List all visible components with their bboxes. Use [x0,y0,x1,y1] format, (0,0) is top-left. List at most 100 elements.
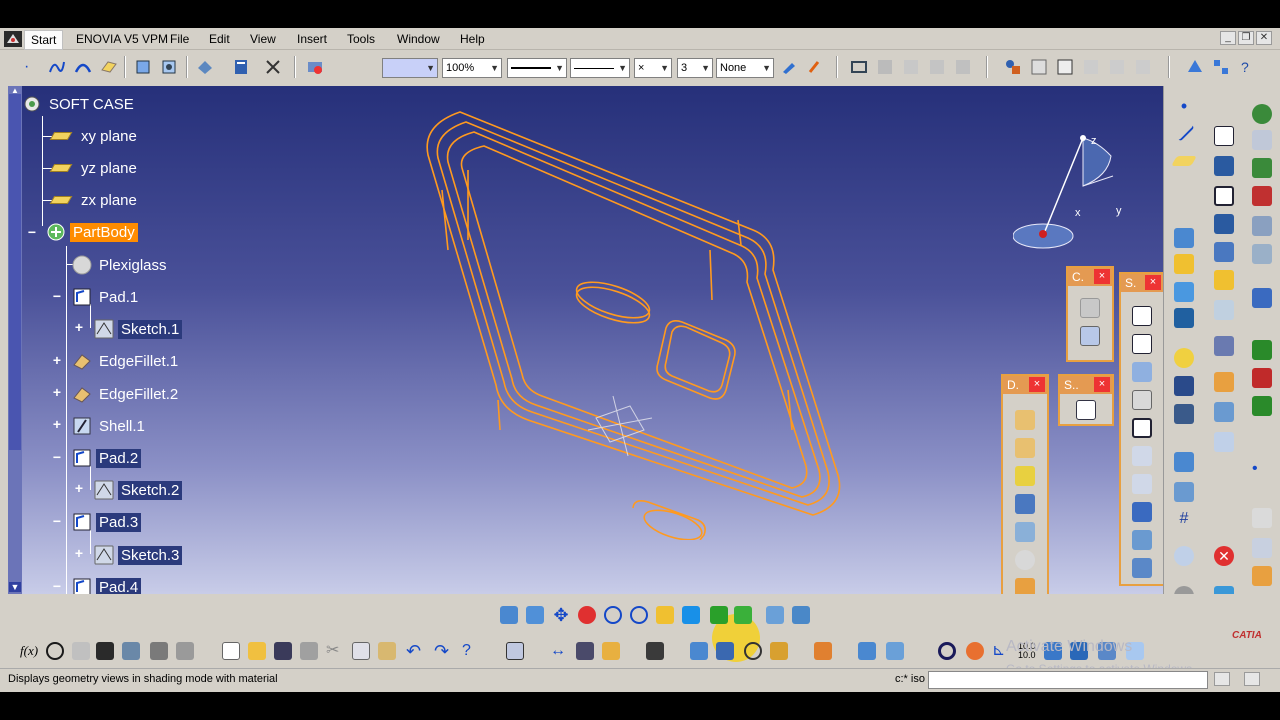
body-icon[interactable] [134,58,152,76]
comment-icon[interactable] [46,642,64,660]
painter-icon[interactable] [780,58,798,76]
rt-tool-27-icon[interactable] [1252,216,1272,236]
shaft-icon[interactable] [1132,362,1152,382]
rt-tool-20-icon[interactable] [1214,402,1234,422]
remove-loft-icon[interactable] [1132,558,1152,578]
apply-material-icon[interactable] [690,642,708,660]
constraint-icon[interactable] [1080,298,1100,318]
stiffener-icon[interactable] [1132,502,1152,522]
collapse-toggle[interactable]: − [51,514,63,528]
render-icon[interactable] [770,642,788,660]
equivalent-icon[interactable] [176,642,194,660]
palette-d[interactable]: D. × [1001,374,1049,594]
tree-item-pad-2[interactable]: Pad.2 [72,446,142,470]
layer-combo[interactable]: None ▼ [716,58,774,78]
measure-item-icon[interactable] [576,642,594,660]
tree-icon[interactable] [122,642,140,660]
analysis-tool-icon[interactable] [716,642,734,660]
loft-icon[interactable] [1132,530,1152,550]
swirl-icon[interactable] [966,642,984,660]
rt-tool-36-icon[interactable] [1252,566,1272,586]
multi-view-icon[interactable] [1212,58,1230,76]
open-file-icon[interactable] [248,642,266,660]
slot-icon[interactable] [1132,474,1152,494]
body-alt-icon[interactable] [160,58,178,76]
rt-tool-35-icon[interactable] [1252,538,1272,558]
menu-help[interactable]: Help [460,32,485,46]
tree-item-plexiglass[interactable]: Plexiglass [72,253,170,277]
paste-icon[interactable] [378,642,396,660]
tool-2-icon[interactable] [1174,254,1194,274]
grid-icon[interactable] [876,58,894,76]
scroll-down-arrow[interactable]: ▼ [9,582,21,592]
tree-scrollbar[interactable]: ▲ ▼ [8,86,22,594]
tree-item-shell-1[interactable]: Shell.1 [72,414,148,438]
copy-icon[interactable] [352,642,370,660]
lineweight-combo[interactable]: ▼ [570,58,630,78]
multi-view-icon[interactable] [682,606,700,624]
zoom-in-icon[interactable] [604,606,622,624]
measure-icon[interactable] [1004,58,1022,76]
curve-icon[interactable] [74,58,92,76]
rt-tool-28-icon[interactable] [1252,244,1272,264]
collapse-toggle[interactable]: − [51,579,63,593]
menu-file[interactable]: File [170,32,189,46]
fit-all-icon[interactable] [526,606,544,624]
line-weight-number-combo[interactable]: 3 ▼ [677,58,713,78]
measure-between-icon[interactable]: ↔ [550,642,568,660]
close-icon[interactable]: × [1094,377,1110,392]
spline-icon[interactable] [48,58,66,76]
zoom-out-icon[interactable] [630,606,648,624]
catia-logo-icon[interactable] [4,31,22,47]
scroll-thumb[interactable] [9,94,21,450]
tree-item-yz-plane[interactable]: yz plane [49,156,140,180]
palette-s[interactable]: S. × [1119,272,1163,586]
menu-edit[interactable]: Edit [209,32,230,46]
expand-toggle[interactable]: + [51,417,63,431]
plane-system-icon[interactable] [858,642,876,660]
expand-toggle[interactable]: + [51,353,63,367]
knowledge-icon[interactable] [264,58,282,76]
command-input[interactable] [928,671,1208,689]
palette-s-small[interactable]: S.. × [1058,374,1114,426]
close-icon[interactable]: × [1029,377,1045,392]
fly-mode-icon[interactable] [500,606,518,624]
update-icon[interactable] [306,58,324,76]
expand-toggle[interactable]: + [51,385,63,399]
tree-item-sketch-3[interactable]: Sketch.3 [94,543,183,567]
new-file-icon[interactable] [222,642,240,660]
save-icon[interactable] [274,642,292,660]
rt-tool-23-icon[interactable] [1252,104,1272,124]
catalog-icon[interactable] [232,58,250,76]
menu-view[interactable]: View [250,32,276,46]
draft-icon[interactable] [1015,466,1035,486]
3d-viewport[interactable]: ▲ ▼ SOFT CASE xy plane yz plane zx plane… [8,86,1163,594]
menu-start[interactable]: Start [24,30,64,50]
zoom-area-icon[interactable] [1056,58,1074,76]
tool-c-icon[interactable] [1134,58,1152,76]
tree-item-edgefillet-2[interactable]: EdgeFillet.2 [72,382,181,406]
fillet-icon[interactable] [1015,410,1035,430]
collapse-toggle[interactable]: − [26,225,38,239]
rt-tool-34-icon[interactable] [1252,508,1272,528]
delete-icon[interactable]: ✕ [1214,546,1234,566]
compass-widget[interactable]: z x y [1013,126,1133,256]
rt-tool-11-icon[interactable] [1214,126,1234,146]
shell-tool-icon[interactable] [1015,494,1035,514]
tool-6-icon[interactable] [1174,376,1194,396]
plane-tool-icon[interactable] [1171,156,1197,166]
menu-enovia[interactable]: ENOVIA V5 VPM [76,32,168,46]
pocket-icon[interactable] [1132,334,1152,354]
phone-case-model[interactable] [408,100,868,540]
thickness-icon[interactable] [1015,522,1035,542]
expand-toggle[interactable]: + [73,320,85,334]
target-icon[interactable] [744,642,762,660]
expand-toggle[interactable]: + [73,481,85,495]
view-icon[interactable] [1186,58,1204,76]
minimize-button[interactable]: _ [1220,31,1236,45]
whats-this-icon[interactable]: ? [1238,58,1256,76]
tree-item-xy-plane[interactable]: xy plane [49,124,140,148]
rt-tool-15-icon[interactable] [1214,242,1234,262]
tree-root[interactable]: SOFT CASE [22,92,137,116]
rt-tool-17-icon[interactable] [1214,300,1234,320]
